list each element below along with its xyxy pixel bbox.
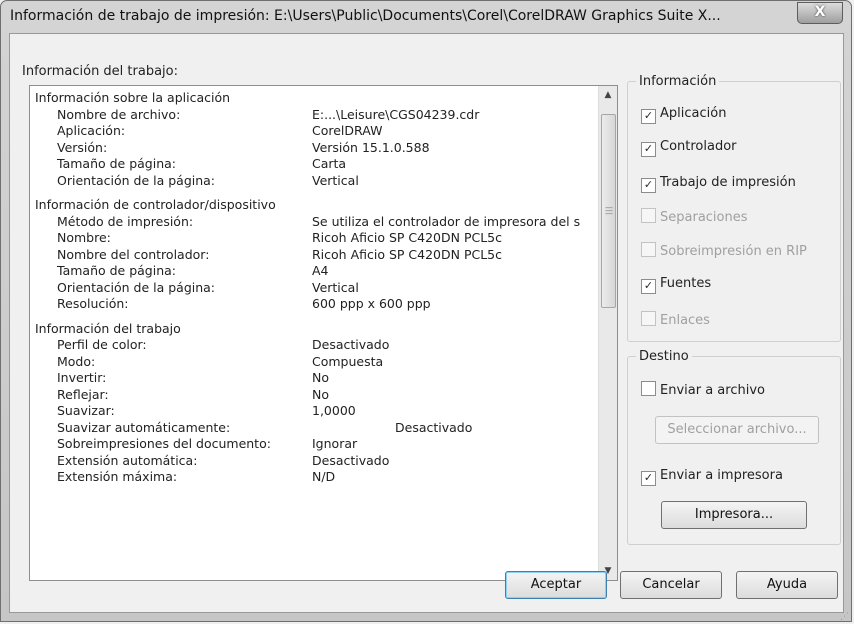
scroll-thumb[interactable]: — — — bbox=[601, 114, 616, 308]
job-info-label: Información del trabajo: bbox=[22, 64, 178, 79]
list-item: Tamaño de página: Carta bbox=[57, 156, 347, 171]
checkbox-fuentes[interactable]: ✓ Fuentes bbox=[641, 276, 711, 294]
check-icon: ✓ bbox=[641, 178, 656, 193]
title-bar[interactable]: Información de trabajo de impresión: E:\… bbox=[1, 1, 851, 33]
checkbox-trabajo-impresion[interactable]: ✓ Trabajo de impresión bbox=[641, 175, 796, 193]
select-file-button[interactable]: Seleccionar archivo... bbox=[655, 416, 819, 444]
job-info-listbox[interactable]: Información sobre la aplicación Nombre d… bbox=[29, 85, 618, 581]
scroll-up-icon[interactable]: ▲ bbox=[599, 86, 617, 104]
list-item: Resolución: 600 ppp x 600 ppp bbox=[57, 296, 431, 311]
print-job-info-dialog: Información de trabajo de impresión: E:\… bbox=[0, 0, 852, 622]
job-info-list: Información sobre la aplicación Nombre d… bbox=[35, 90, 595, 486]
section-header: Información de controlador/dispositivo bbox=[35, 197, 276, 212]
check-icon: ✓ bbox=[641, 109, 656, 124]
list-item: Nombre del controlador: Ricoh Aficio SP C… bbox=[57, 246, 503, 262]
list-item: Perfil de color: Desactivado bbox=[57, 337, 390, 352]
destination-group-legend: Destino bbox=[639, 349, 689, 364]
printer-button[interactable]: Impresora... bbox=[661, 501, 807, 529]
grip-icon: — — — bbox=[605, 203, 613, 218]
list-item: Nombre de archivo: E:...\Leisure\CGS04239… bbox=[57, 106, 480, 122]
check-icon: ✓ bbox=[641, 142, 656, 157]
vertical-scrollbar[interactable]: ▲ — — — ▼ bbox=[598, 86, 617, 580]
cancel-button[interactable]: Cancelar bbox=[620, 571, 722, 599]
checkbox-aplicacion[interactable]: ✓ Aplicación bbox=[641, 106, 726, 124]
list-item: Suavizar automáticamente: Desactivado bbox=[57, 419, 473, 435]
checkbox-enlaces[interactable]: Enlaces bbox=[641, 311, 710, 329]
ok-button[interactable]: Aceptar bbox=[505, 571, 607, 599]
checkbox-separaciones[interactable]: Separaciones bbox=[641, 208, 748, 226]
list-item: Nombre: Ricoh Aficio SP C420DN PCL5c bbox=[57, 230, 503, 245]
checkbox-sobreimpresion-rip[interactable]: Sobreimpresión en RIP bbox=[641, 242, 807, 260]
list-item: Aplicación: CorelDRAW bbox=[57, 123, 383, 138]
section-header: Información sobre la aplicación bbox=[35, 90, 231, 105]
info-group-legend: Información bbox=[639, 74, 717, 89]
list-item: Tamaño de página: A4 bbox=[57, 263, 329, 278]
close-button[interactable]: X bbox=[797, 2, 843, 24]
list-item: Invertir: No bbox=[57, 370, 329, 385]
list-item: Modo: Compuesta bbox=[57, 353, 384, 369]
list-item: Sobreimpresiones del documento: Ignorar bbox=[57, 436, 358, 451]
checkbox-send-to-file[interactable]: Enviar a archivo bbox=[641, 381, 765, 399]
window-title: Información de trabajo de impresión: E:\… bbox=[10, 8, 721, 24]
list-item: Método de impresión: Se utiliza el contro… bbox=[57, 213, 581, 229]
list-item: Orientación de la página: Vertical bbox=[57, 172, 359, 188]
list-item: Extensión máxima: N/D bbox=[57, 469, 336, 484]
list-item: Orientación de la página: Vertical bbox=[57, 279, 359, 295]
checkbox-empty bbox=[641, 208, 656, 223]
check-icon: ✓ bbox=[641, 279, 656, 294]
checkbox-empty bbox=[641, 381, 656, 396]
resize-grip-icon[interactable]: ⋰ bbox=[840, 613, 849, 622]
help-button[interactable]: Ayuda bbox=[736, 571, 838, 599]
checkbox-send-to-printer[interactable]: ✓ Enviar a impresora bbox=[641, 468, 783, 486]
check-icon: ✓ bbox=[641, 471, 656, 486]
list-item: Extensión automática: Desactivado bbox=[57, 452, 390, 468]
checkbox-empty bbox=[641, 242, 656, 257]
list-item: Suavizar: 1,0000 bbox=[57, 403, 356, 418]
checkbox-empty bbox=[641, 311, 656, 326]
list-item: Reflejar: No bbox=[57, 386, 329, 402]
list-item: Versión: Versión 15.1.0.588 bbox=[57, 139, 430, 155]
checkbox-controlador[interactable]: ✓ Controlador bbox=[641, 139, 737, 157]
section-header: Información del trabajo bbox=[35, 320, 181, 336]
